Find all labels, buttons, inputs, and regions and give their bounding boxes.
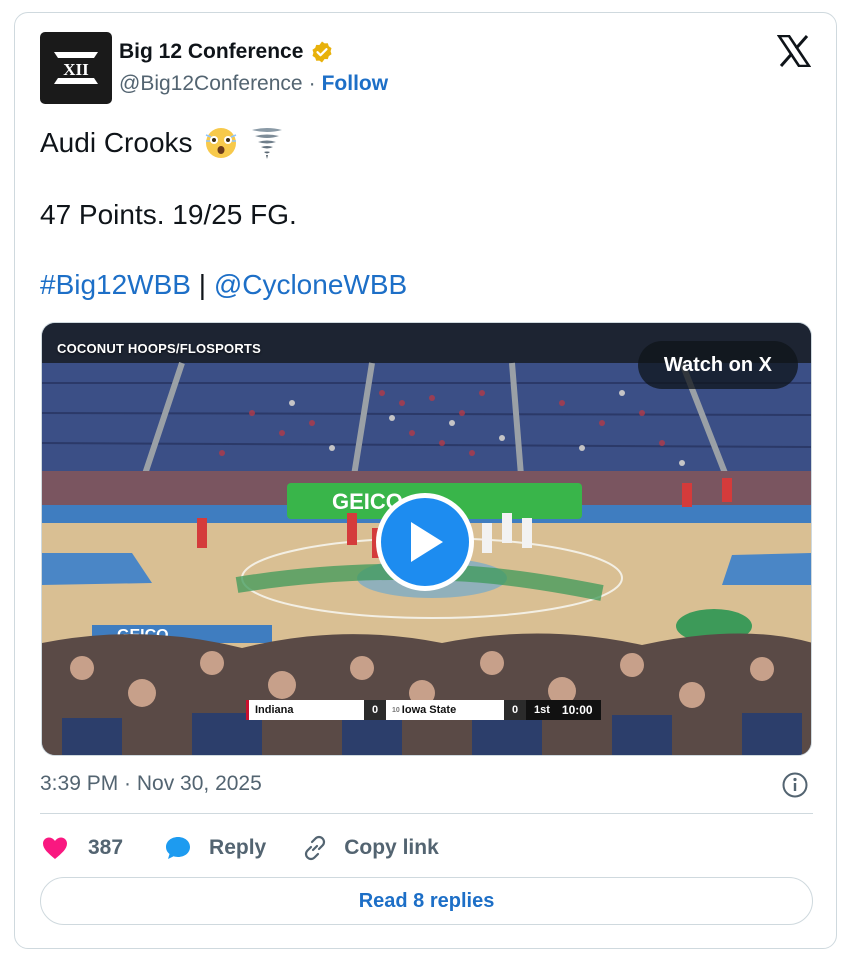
scoreboard-clock: 10:00 — [557, 700, 601, 720]
x-logo-icon[interactable] — [777, 35, 811, 67]
tornado-emoji — [251, 128, 282, 159]
tweet-line-2: 47 Points. 19/25 FG. — [40, 199, 297, 230]
separator-dot: · — [308, 72, 316, 95]
speech-bubble-icon — [166, 837, 191, 859]
video-credit: COCONUT HOOPS/FLOSPORTS — [57, 341, 261, 356]
scoreboard: Indiana 0 10 Iowa State 0 1st 10:00 — [246, 700, 601, 720]
follow-button[interactable]: Follow — [322, 72, 389, 96]
tweet-timestamp[interactable]: 3:39 PM · Nov 30, 2025 — [40, 772, 262, 796]
scoreboard-score-1: 0 — [364, 700, 386, 720]
astonished-face-emoji — [205, 128, 236, 158]
copy-link-label: Copy link — [344, 836, 439, 859]
account-name[interactable]: Big 12 Conference — [119, 40, 303, 64]
avatar[interactable]: XII — [40, 32, 112, 104]
tweet-line-3: #Big12WBB | @CycloneWBB — [40, 269, 407, 301]
like-count: 387 — [88, 836, 124, 859]
verified-badge-icon — [312, 41, 332, 63]
big12-logo-icon: XII — [54, 52, 98, 84]
link-icon — [305, 835, 326, 861]
scoreboard-rank: 10 — [392, 706, 400, 714]
hashtag-link[interactable]: #Big12WBB — [40, 269, 191, 300]
embedded-tweet-card: XII Big 12 Conference @Big12Conference ·… — [14, 12, 837, 949]
account-handle[interactable]: @Big12Conference — [119, 72, 303, 96]
account-name-row: Big 12 Conference — [119, 40, 334, 64]
like-button[interactable]: 387 — [40, 833, 123, 863]
scoreboard-period: 1st — [526, 700, 558, 720]
play-button[interactable] — [376, 493, 474, 591]
info-icon[interactable] — [781, 771, 809, 799]
read-replies-button[interactable]: Read 8 replies — [40, 877, 813, 925]
heart-icon — [43, 837, 67, 859]
watch-on-x-button[interactable]: Watch on X — [637, 341, 798, 389]
tweet-text-name: Audi Crooks — [40, 127, 193, 158]
divider — [40, 813, 813, 814]
reply-label: Reply — [209, 836, 267, 859]
text-divider: | — [198, 269, 207, 300]
handle-row: @Big12Conference · Follow — [119, 72, 388, 96]
scoreboard-team-2: Iowa State — [401, 704, 457, 716]
scoreboard-team-1: Indiana — [246, 700, 364, 720]
video-player[interactable]: GEICO GEICO CO — [41, 322, 812, 756]
reply-button[interactable]: Reply — [163, 833, 266, 863]
action-bar: 387 Reply Copy link — [40, 831, 439, 865]
copy-link-button[interactable]: Copy link — [300, 833, 439, 863]
svg-text:XII: XII — [63, 60, 89, 79]
play-icon — [411, 522, 443, 562]
mention-link[interactable]: @CycloneWBB — [214, 269, 407, 300]
scoreboard-score-2: 0 — [504, 700, 526, 720]
tweet-line-1: Audi Crooks — [40, 125, 285, 161]
